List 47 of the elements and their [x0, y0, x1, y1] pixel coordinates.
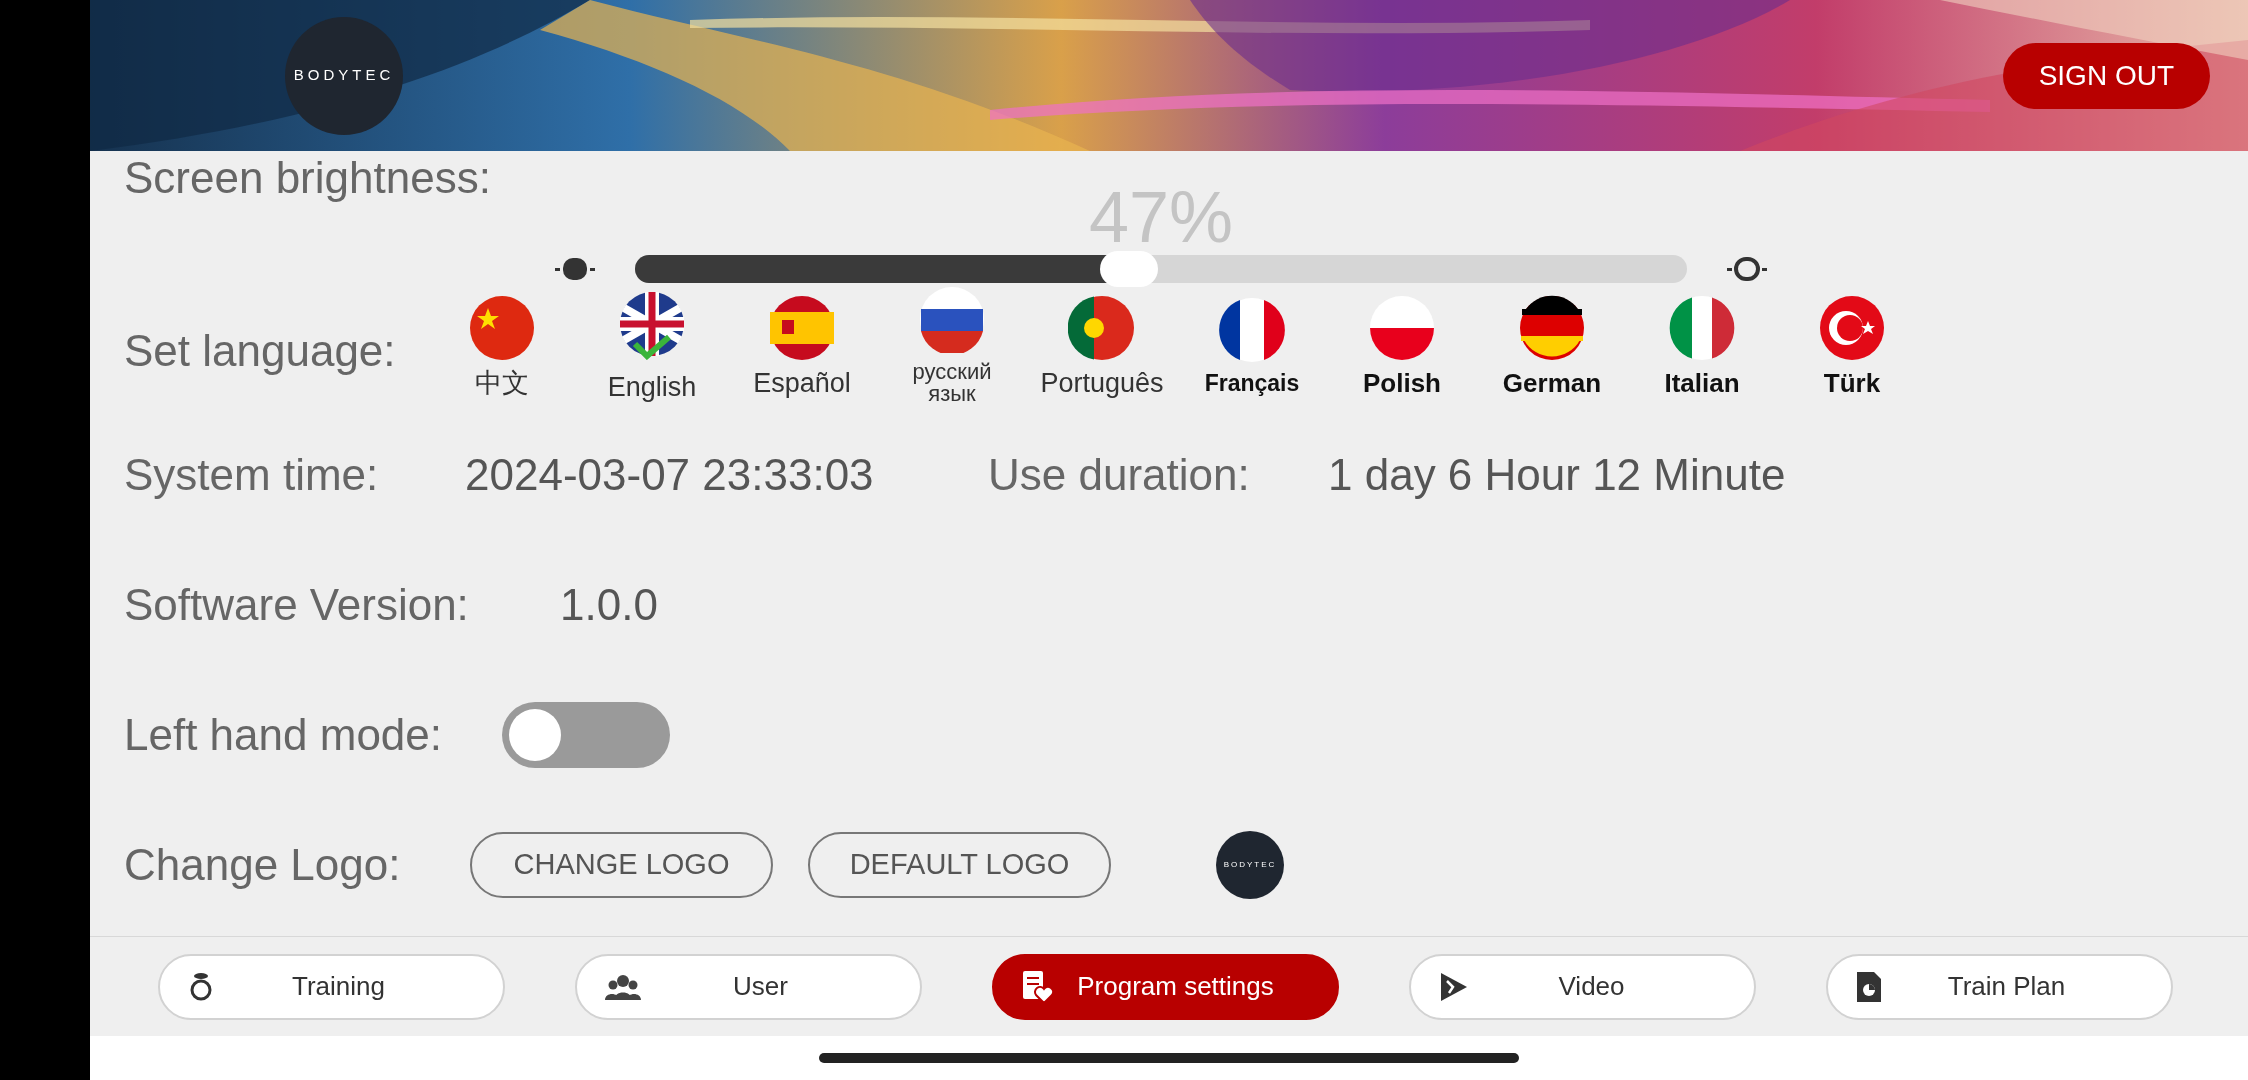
- language-option[interactable]: Português: [1027, 293, 1177, 397]
- nav-tab[interactable]: Train Plan: [1826, 953, 2173, 1020]
- document-heart-icon: [1022, 969, 1054, 1004]
- setting-label: Left hand mode:: [124, 709, 443, 761]
- flag-icon: [468, 293, 536, 362]
- language-option[interactable]: Français: [1177, 295, 1327, 395]
- nav-tab[interactable]: Program settings: [992, 953, 1339, 1020]
- language-option[interactable]: Türk: [1777, 294, 1927, 396]
- ring-icon: [188, 971, 214, 1002]
- language-option[interactable]: Italian: [1627, 294, 1777, 396]
- play-icon: [1439, 970, 1469, 1003]
- setting-label: Software Version:: [124, 579, 470, 631]
- version-value: 1.0.0: [560, 579, 658, 631]
- flag-icon: [1518, 294, 1586, 362]
- language-option[interactable]: 中文: [427, 293, 577, 397]
- duration-value: 1 day 6 Hour 12 Minute: [1328, 449, 1786, 501]
- setting-label: Use duration:: [988, 449, 1251, 501]
- setting-label: Set language:: [124, 325, 397, 377]
- flag-icon: [1668, 294, 1736, 362]
- flag-icon: [1818, 294, 1886, 362]
- language-option[interactable]: русский язык: [877, 285, 1027, 405]
- nav-tab[interactable]: User: [575, 953, 922, 1020]
- flag-icon: [768, 293, 836, 362]
- brightness-high-icon: [1727, 255, 1767, 283]
- time-value: 2024-03-07 23:33:03: [465, 449, 875, 501]
- language-option[interactable]: German: [1477, 294, 1627, 396]
- nav-tab[interactable]: Video: [1409, 953, 1756, 1020]
- sign-out-button[interactable]: SIGN OUT: [2002, 42, 2210, 109]
- flag-icon: [1218, 295, 1286, 364]
- language-option[interactable]: Español: [727, 293, 877, 397]
- language-option[interactable]: English: [577, 289, 727, 401]
- logo: BODYTEC: [1216, 831, 1284, 899]
- document-icon: [1856, 970, 1882, 1003]
- flag-icon: [1368, 294, 1436, 362]
- setting-label: Screen brightness:: [124, 153, 492, 203]
- logo-button[interactable]: CHANGE LOGO: [470, 832, 773, 898]
- people-icon: [605, 972, 641, 1001]
- nav-tab[interactable]: Training: [158, 953, 505, 1020]
- flag-icon: [618, 289, 686, 358]
- check-icon: [632, 333, 672, 360]
- flag-icon: [918, 285, 986, 353]
- logo-button[interactable]: DEFAULT LOGO: [808, 832, 1111, 898]
- language-option[interactable]: Polish: [1327, 294, 1477, 396]
- brightness-low-icon: [555, 255, 595, 283]
- flag-icon: [1068, 293, 1136, 362]
- setting-label: Change Logo:: [124, 839, 402, 891]
- setting-label: System time:: [124, 449, 380, 501]
